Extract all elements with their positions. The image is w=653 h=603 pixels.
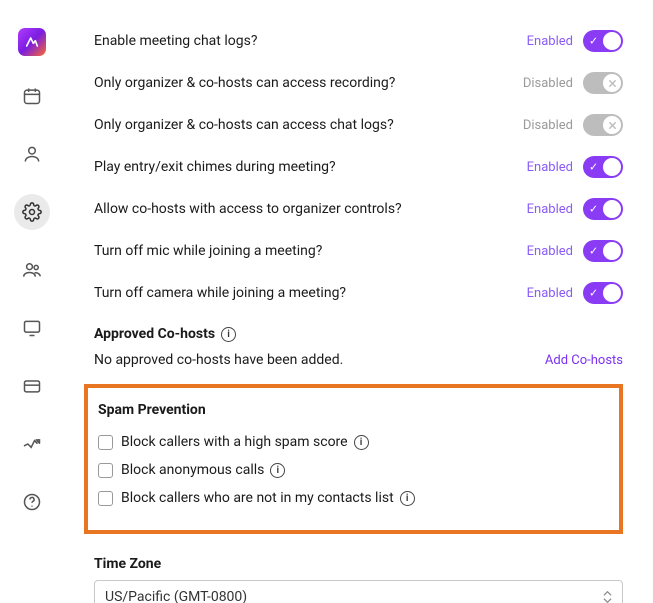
toggle-knob (603, 200, 621, 218)
check-icon: ✓ (589, 287, 598, 300)
people-nav-icon[interactable] (14, 252, 50, 288)
person-nav-icon[interactable] (14, 136, 50, 172)
setting-status: Enabled (527, 160, 573, 175)
setting-status: Enabled (527, 202, 573, 217)
spam-option-row: Block callers who are not in my contacts… (94, 484, 601, 512)
setting-label: Turn off mic while joining a meeting? (94, 243, 322, 259)
cohosts-empty-text: No approved co-hosts have been added. (94, 352, 343, 368)
spam-option-label: Block callers who are not in my contacts… (121, 490, 415, 506)
setting-toggle[interactable]: ✓ (583, 156, 623, 178)
cohosts-header-label: Approved Co-hosts (94, 326, 215, 342)
spam-prevention-section: Spam Prevention Block callers with a hig… (84, 384, 623, 534)
setting-row: Enable meeting chat logs? Enabled ✓ (94, 20, 623, 62)
add-cohosts-link[interactable]: Add Co-hosts (545, 353, 623, 368)
spam-checkbox[interactable] (98, 491, 113, 506)
toggle-knob (603, 284, 621, 302)
setting-label: Turn off camera while joining a meeting? (94, 285, 346, 301)
card-nav-icon[interactable] (14, 368, 50, 404)
settings-content: Enable meeting chat logs? Enabled ✓ Only or… (64, 0, 653, 603)
setting-label: Enable meeting chat logs? (94, 33, 257, 49)
toggle-knob (603, 242, 621, 260)
check-icon: ✓ (589, 203, 598, 216)
spam-checkbox[interactable] (98, 435, 113, 450)
setting-toggle[interactable]: ✓ (583, 198, 623, 220)
timezone-value: US/Pacific (GMT-0800) (105, 589, 247, 603)
cohosts-header: Approved Co-hosts i (94, 314, 623, 348)
timezone-header: Time Zone (94, 552, 623, 580)
setting-row: Allow co-hosts with access to organizer … (94, 188, 623, 230)
toggle-knob (603, 158, 621, 176)
setting-row: Only organizer & co-hosts can access cha… (94, 104, 623, 146)
setting-row: Only organizer & co-hosts can access rec… (94, 62, 623, 104)
spam-header: Spam Prevention (94, 402, 601, 428)
setting-label: Allow co-hosts with access to organizer … (94, 201, 402, 217)
setting-label: Only organizer & co-hosts can access rec… (94, 75, 395, 91)
info-icon[interactable]: i (270, 463, 285, 478)
toggle-knob (603, 74, 621, 92)
timezone-select[interactable]: US/Pacific (GMT-0800) (94, 580, 623, 603)
toggle-knob (603, 32, 621, 50)
info-icon[interactable]: i (400, 491, 415, 506)
spam-option-row: Block anonymous callsi (94, 456, 601, 484)
calendar-nav-icon[interactable] (14, 78, 50, 114)
trend-nav-icon[interactable] (14, 426, 50, 462)
spam-option-label: Block anonymous callsi (121, 462, 285, 478)
setting-status: Enabled (527, 286, 573, 301)
check-icon: ✓ (589, 245, 598, 258)
setting-status: Disabled (523, 76, 573, 91)
setting-status: Enabled (527, 34, 573, 49)
app-logo (18, 28, 46, 56)
setting-label: Only organizer & co-hosts can access cha… (94, 117, 394, 133)
setting-row: Turn off camera while joining a meeting?… (94, 272, 623, 314)
sidebar (0, 0, 64, 603)
toggle-knob (603, 116, 621, 134)
help-nav-icon[interactable] (14, 484, 50, 520)
setting-row: Turn off mic while joining a meeting? Ena… (94, 230, 623, 272)
check-icon: ✓ (589, 161, 598, 174)
info-icon[interactable]: i (354, 435, 369, 450)
setting-toggle[interactable]: ✓ (583, 282, 623, 304)
stepper-icon (603, 590, 612, 603)
settings-nav-icon[interactable] (14, 194, 50, 230)
setting-status: Enabled (527, 244, 573, 259)
setting-toggle[interactable]: ✓ (583, 114, 623, 136)
check-icon: ✓ (589, 35, 598, 48)
setting-status: Disabled (523, 118, 573, 133)
setting-row: Play entry/exit chimes during meeting? En… (94, 146, 623, 188)
setting-label: Play entry/exit chimes during meeting? (94, 159, 336, 175)
monitor-nav-icon[interactable] (14, 310, 50, 346)
setting-toggle[interactable]: ✓ (583, 30, 623, 52)
spam-option-label: Block callers with a high spam scorei (121, 434, 369, 450)
info-icon[interactable]: i (221, 327, 236, 342)
spam-checkbox[interactable] (98, 463, 113, 478)
setting-toggle[interactable]: ✓ (583, 240, 623, 262)
setting-toggle[interactable]: ✓ (583, 72, 623, 94)
spam-option-row: Block callers with a high spam scorei (94, 428, 601, 456)
